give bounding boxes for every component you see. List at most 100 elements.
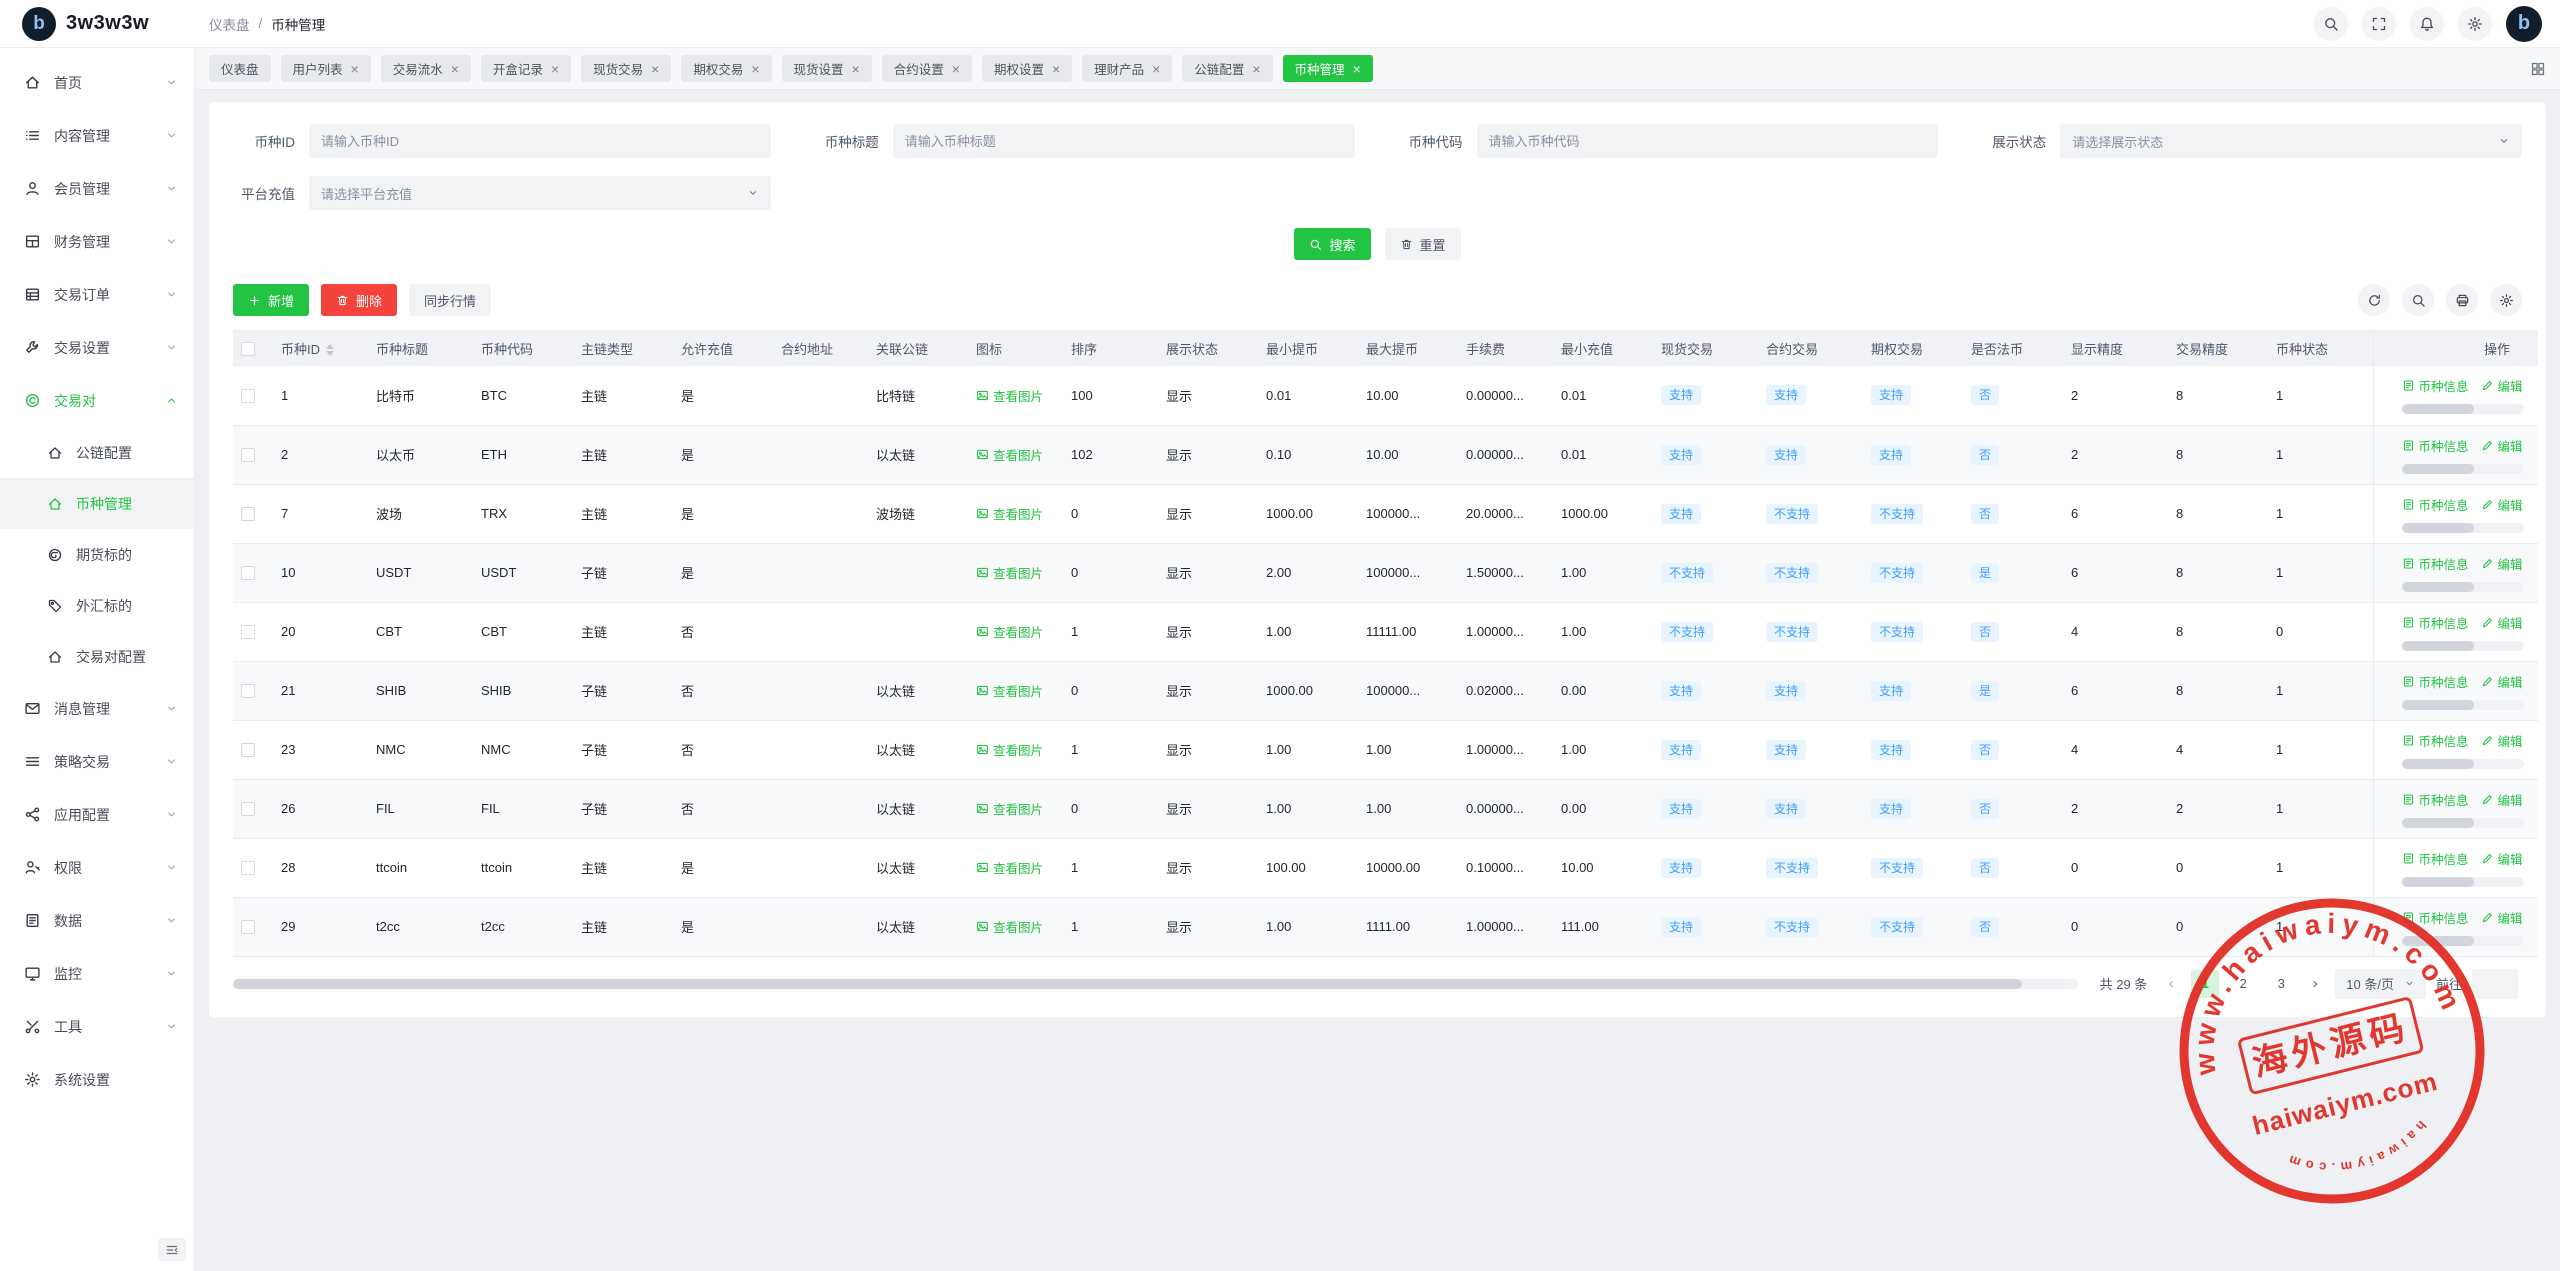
tab-6[interactable]: 现货设置× <box>782 55 872 82</box>
tab-2[interactable]: 交易流水× <box>381 55 471 82</box>
edit-link[interactable]: 编辑 <box>2481 554 2523 573</box>
close-icon[interactable]: × <box>651 62 659 76</box>
row-mini-scrollbar[interactable] <box>2402 404 2524 414</box>
table-search-button[interactable] <box>2402 284 2434 316</box>
close-icon[interactable]: × <box>852 62 860 76</box>
row-mini-scrollbar[interactable] <box>2402 700 2524 710</box>
edit-link[interactable]: 编辑 <box>2481 849 2523 868</box>
page-number-1[interactable]: 1 <box>2191 970 2219 998</box>
row-checkbox[interactable] <box>241 861 255 875</box>
view-image-link[interactable]: 查看图片 <box>976 504 1043 523</box>
avatar[interactable]: b <box>2506 6 2542 42</box>
sidebar-item-trade-order[interactable]: 交易订单 <box>0 268 194 321</box>
row-checkbox[interactable] <box>241 920 255 934</box>
sidebar-item-finance-manage[interactable]: 财务管理 <box>0 215 194 268</box>
close-icon[interactable]: × <box>952 62 960 76</box>
page-size-select[interactable]: 10 条/页 <box>2335 969 2426 999</box>
reset-button[interactable]: 重置 <box>1385 228 1461 260</box>
sidebar-collapse-button[interactable] <box>158 1238 186 1261</box>
settings-button[interactable] <box>2458 7 2492 41</box>
sidebar-item-tool[interactable]: 工具 <box>0 1000 194 1053</box>
view-image-link[interactable]: 查看图片 <box>976 445 1043 464</box>
row-checkbox[interactable] <box>241 743 255 757</box>
next-page-button[interactable]: › <box>2305 975 2325 992</box>
platform-recharge-select[interactable]: 请选择平台充值 <box>309 176 771 210</box>
tab-0[interactable]: 仪表盘 <box>209 55 271 82</box>
coin-info-link[interactable]: 币种信息 <box>2402 554 2469 573</box>
delete-button[interactable]: 删除 <box>321 284 397 316</box>
close-icon[interactable]: × <box>551 62 559 76</box>
display-status-select[interactable]: 请选择展示状态 <box>2060 124 2522 158</box>
view-image-link[interactable]: 查看图片 <box>976 622 1043 641</box>
sync-market-button[interactable]: 同步行情 <box>409 284 491 316</box>
column-settings-button[interactable] <box>2490 284 2522 316</box>
page-number-3[interactable]: 3 <box>2267 970 2295 998</box>
sidebar-item-trade-pair[interactable]: 交易对 <box>0 374 194 427</box>
close-icon[interactable]: × <box>1152 62 1160 76</box>
tab-11[interactable]: 币种管理× <box>1283 55 1373 82</box>
tab-1[interactable]: 用户列表× <box>281 55 371 82</box>
row-mini-scrollbar[interactable] <box>2402 759 2524 769</box>
scrollbar-thumb[interactable] <box>233 979 2022 989</box>
edit-link[interactable]: 编辑 <box>2481 908 2523 927</box>
close-icon[interactable]: × <box>1353 62 1361 76</box>
sidebar-item-member-manage[interactable]: 会员管理 <box>0 162 194 215</box>
tab-10[interactable]: 公链配置× <box>1182 55 1272 82</box>
edit-link[interactable]: 编辑 <box>2481 731 2523 750</box>
row-checkbox[interactable] <box>241 389 255 403</box>
sidebar-item-permission[interactable]: 权限 <box>0 841 194 894</box>
add-button[interactable]: 新增 <box>233 284 309 316</box>
row-checkbox[interactable] <box>241 625 255 639</box>
sidebar-item-data[interactable]: 数据 <box>0 894 194 947</box>
tab-7[interactable]: 合约设置× <box>882 55 972 82</box>
sidebar-subitem-coin-manage[interactable]: 币种管理 <box>0 478 194 529</box>
sidebar-subitem-pair-config[interactable]: 交易对配置 <box>0 631 194 682</box>
sidebar-item-app-config[interactable]: 应用配置 <box>0 788 194 841</box>
edit-link[interactable]: 编辑 <box>2481 790 2523 809</box>
view-image-link[interactable]: 查看图片 <box>976 563 1043 582</box>
row-mini-scrollbar[interactable] <box>2402 582 2524 592</box>
sort-icon[interactable] <box>326 344 334 356</box>
tab-list-button[interactable] <box>2530 60 2546 76</box>
breadcrumb-root[interactable]: 仪表盘 <box>209 14 250 34</box>
refresh-button[interactable] <box>2358 284 2390 316</box>
coin-info-link[interactable]: 币种信息 <box>2402 790 2469 809</box>
sidebar-subitem-futures-target[interactable]: 期货标的 <box>0 529 194 580</box>
sidebar-item-strategy-trade[interactable]: 策略交易 <box>0 735 194 788</box>
sidebar-item-system-setting[interactable]: 系统设置 <box>0 1053 194 1106</box>
coin-info-link[interactable]: 币种信息 <box>2402 672 2469 691</box>
close-icon[interactable]: × <box>1252 62 1260 76</box>
row-checkbox[interactable] <box>241 507 255 521</box>
row-mini-scrollbar[interactable] <box>2402 641 2524 651</box>
page-number-2[interactable]: 2 <box>2229 970 2257 998</box>
edit-link[interactable]: 编辑 <box>2481 613 2523 632</box>
coin-code-input[interactable] <box>1477 124 1939 158</box>
select-all-checkbox[interactable] <box>241 342 255 356</box>
row-checkbox[interactable] <box>241 684 255 698</box>
row-mini-scrollbar[interactable] <box>2402 523 2524 533</box>
sidebar-item-content-manage[interactable]: 内容管理 <box>0 109 194 162</box>
sidebar-subitem-chain-config[interactable]: 公链配置 <box>0 427 194 478</box>
row-mini-scrollbar[interactable] <box>2402 464 2524 474</box>
coin-title-input[interactable] <box>893 124 1355 158</box>
edit-link[interactable]: 编辑 <box>2481 376 2523 395</box>
view-image-link[interactable]: 查看图片 <box>976 740 1043 759</box>
coin-info-link[interactable]: 币种信息 <box>2402 908 2469 927</box>
tab-4[interactable]: 现货交易× <box>581 55 671 82</box>
close-icon[interactable]: × <box>1052 62 1060 76</box>
tab-5[interactable]: 期权交易× <box>681 55 771 82</box>
sidebar-subitem-forex-target[interactable]: 外汇标的 <box>0 580 194 631</box>
coin-info-link[interactable]: 币种信息 <box>2402 731 2469 750</box>
close-icon[interactable]: × <box>351 62 359 76</box>
print-button[interactable] <box>2446 284 2478 316</box>
sidebar-item-home[interactable]: 首页 <box>0 56 194 109</box>
coin-info-link[interactable]: 币种信息 <box>2402 849 2469 868</box>
edit-link[interactable]: 编辑 <box>2481 436 2523 455</box>
coin-info-link[interactable]: 币种信息 <box>2402 495 2469 514</box>
tab-9[interactable]: 理财产品× <box>1082 55 1172 82</box>
view-image-link[interactable]: 查看图片 <box>976 917 1043 936</box>
sidebar-item-trade-setting[interactable]: 交易设置 <box>0 321 194 374</box>
coin-info-link[interactable]: 币种信息 <box>2402 436 2469 455</box>
sidebar-item-monitor[interactable]: 监控 <box>0 947 194 1000</box>
view-image-link[interactable]: 查看图片 <box>976 386 1043 405</box>
